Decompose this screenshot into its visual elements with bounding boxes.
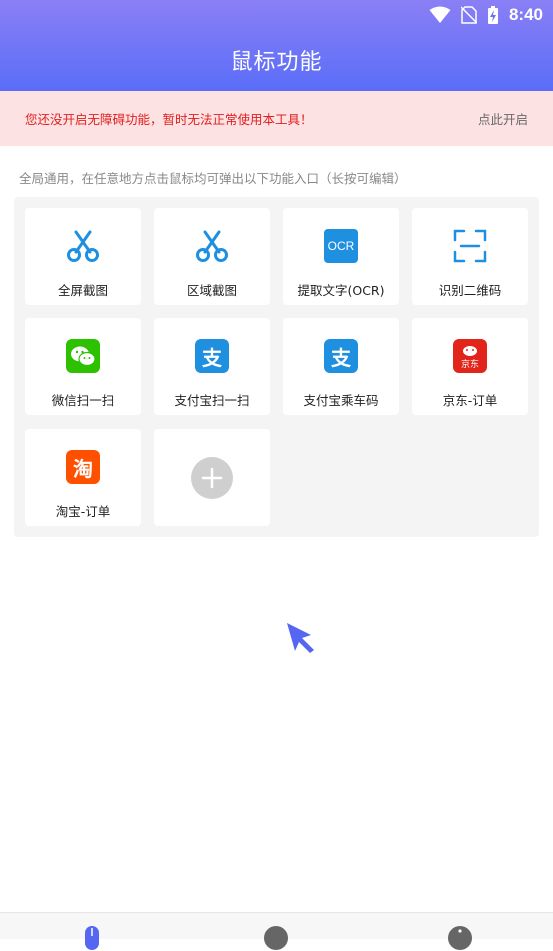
tile-fullscreen-screenshot[interactable]: 全屏截图 <box>25 208 141 305</box>
tile-taobao-orders[interactable]: 淘 淘宝-订单 <box>25 429 141 526</box>
status-bar: 8:40 <box>429 4 543 26</box>
tile-region-screenshot[interactable]: 区域截图 <box>154 208 270 305</box>
scissors-icon <box>65 228 101 264</box>
tile-ocr[interactable]: OCR 提取文字(OCR) <box>283 208 399 305</box>
tile-label: 京东-订单 <box>442 393 498 408</box>
clock: 8:40 <box>508 5 543 24</box>
alipay-icon: 支 <box>323 338 359 374</box>
tile-label: 提取文字(OCR) <box>297 283 385 298</box>
app-header: 8:40 鼠标功能 <box>0 0 553 91</box>
info-icon[interactable] <box>447 925 473 951</box>
alipay-icon: 支 <box>194 338 230 374</box>
tile-alipay-scan[interactable]: 支 支付宝扫一扫 <box>154 318 270 415</box>
tile-wechat-scan[interactable]: 微信扫一扫 <box>25 318 141 415</box>
tile-label: 全屏截图 <box>57 283 108 298</box>
tile-label: 识别二维码 <box>438 283 502 298</box>
mouse-cursor-icon[interactable] <box>285 621 319 655</box>
taobao-icon: 淘 <box>65 449 101 485</box>
wechat-icon <box>65 338 101 374</box>
tile-label: 微信扫一扫 <box>51 393 115 408</box>
tile-label: 支付宝扫一扫 <box>174 393 250 408</box>
tile-scan-qr[interactable]: 识别二维码 <box>412 208 528 305</box>
accessibility-warning-banner: 您还没开启无障碍功能，暂时无法正常使用本工具！ 点此开启 <box>0 91 553 146</box>
plus-icon <box>191 457 233 499</box>
function-grid: 全屏截图 区域截图 OCR 提取文字(OCR) 识别二维码 微信扫一扫 支 支付… <box>14 197 539 537</box>
mouse-icon[interactable] <box>79 925 105 951</box>
add-function-button[interactable] <box>154 429 270 526</box>
page-title: 鼠标功能 <box>230 50 323 75</box>
tile-jd-orders[interactable]: 京东 京东-订单 <box>412 318 528 415</box>
scan-qr-icon <box>452 228 488 264</box>
bottom-navigation <box>0 912 553 950</box>
tile-label: 区域截图 <box>186 283 237 298</box>
tile-label: 支付宝乘车码 <box>303 393 379 408</box>
scissors-icon <box>194 228 230 264</box>
jd-icon: 京东 <box>452 338 488 374</box>
enable-accessibility-link[interactable]: 点此开启 <box>478 109 528 128</box>
help-icon[interactable] <box>263 925 289 951</box>
wifi-icon <box>429 6 451 23</box>
no-sim-icon <box>460 6 477 24</box>
battery-charging-icon <box>487 6 498 24</box>
usage-hint: 全局通用，在任意地方点击鼠标均可弹出以下功能入口（长按可编辑） <box>19 171 407 186</box>
tile-alipay-transit-code[interactable]: 支 支付宝乘车码 <box>283 318 399 415</box>
ocr-icon: OCR <box>323 228 359 264</box>
tile-label: 淘宝-订单 <box>55 504 111 519</box>
warning-message: 您还没开启无障碍功能，暂时无法正常使用本工具！ <box>25 112 313 127</box>
